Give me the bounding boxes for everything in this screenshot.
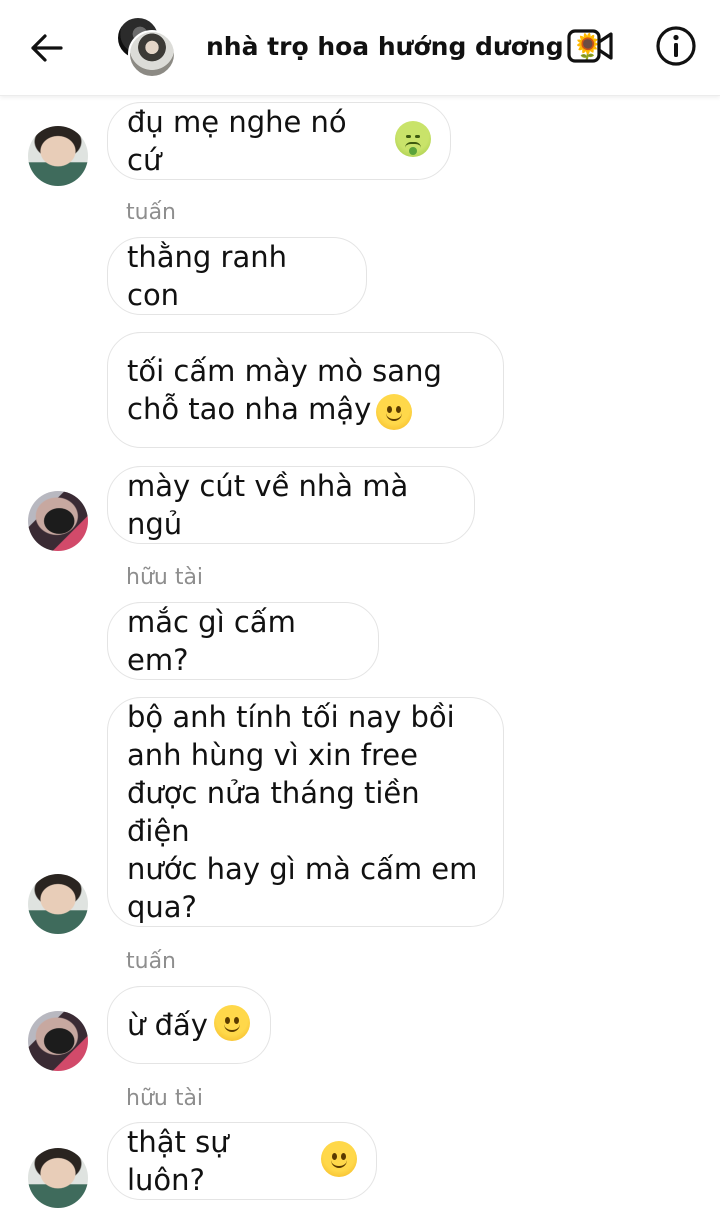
message-text: đụ mẹ nghe nó cứ — [127, 105, 347, 177]
message-text: mắc gì cấm em? — [127, 605, 296, 677]
message-text: mày cút về nhà mà ngủ — [127, 469, 409, 541]
sender-name: tuấn — [126, 200, 176, 225]
nauseated-face-icon — [395, 121, 431, 157]
message-bubble[interactable]: bộ anh tính tối nay bồi anh hùng vì xin … — [107, 697, 504, 927]
avatar[interactable] — [28, 126, 88, 186]
info-button[interactable] — [654, 24, 698, 68]
group-avatar[interactable] — [114, 16, 178, 78]
message-bubble[interactable]: thằng ranh con — [107, 237, 367, 315]
chat-title[interactable]: nhà trọ hoa hướng dương 🌻 — [206, 32, 603, 62]
sender-name: hữu tài — [126, 1086, 204, 1111]
avatar[interactable] — [28, 1148, 88, 1208]
slightly-smiling-face-icon — [321, 1141, 357, 1177]
sender-name: tuấn — [126, 949, 176, 974]
slightly-smiling-face-icon — [213, 1005, 250, 1041]
message-bubble[interactable]: ừ đấy — [107, 986, 271, 1064]
video-call-button[interactable] — [566, 26, 616, 66]
message-text: ừ đấy — [127, 1008, 208, 1042]
info-icon — [656, 26, 696, 66]
avatar[interactable] — [28, 1011, 88, 1071]
back-button[interactable] — [26, 28, 66, 68]
message-bubble[interactable]: đụ mẹ nghe nó cứ — [107, 102, 451, 180]
sender-name: hữu tài — [126, 565, 204, 590]
message-bubble[interactable]: mày cút về nhà mà ngủ — [107, 466, 475, 544]
member-avatar — [128, 30, 176, 78]
message-text: thằng ranh con — [127, 240, 287, 312]
message-text: thật sự luôn? — [127, 1125, 229, 1197]
message-bubble[interactable]: tối cấm mày mò sang chỗ tao nha mậy — [107, 332, 504, 448]
avatar[interactable] — [28, 874, 88, 934]
video-camera-icon — [567, 29, 613, 63]
message-bubble[interactable]: thật sự luôn? — [107, 1122, 377, 1200]
arrow-left-icon — [31, 34, 63, 62]
message-bubble[interactable]: mắc gì cấm em? — [107, 602, 379, 680]
slightly-smiling-face-icon — [376, 394, 412, 430]
message-text: bộ anh tính tối nay bồi anh hùng vì xin … — [127, 700, 478, 924]
chat-header: nhà trọ hoa hướng dương 🌻 — [0, 0, 720, 96]
avatar[interactable] — [28, 491, 88, 551]
